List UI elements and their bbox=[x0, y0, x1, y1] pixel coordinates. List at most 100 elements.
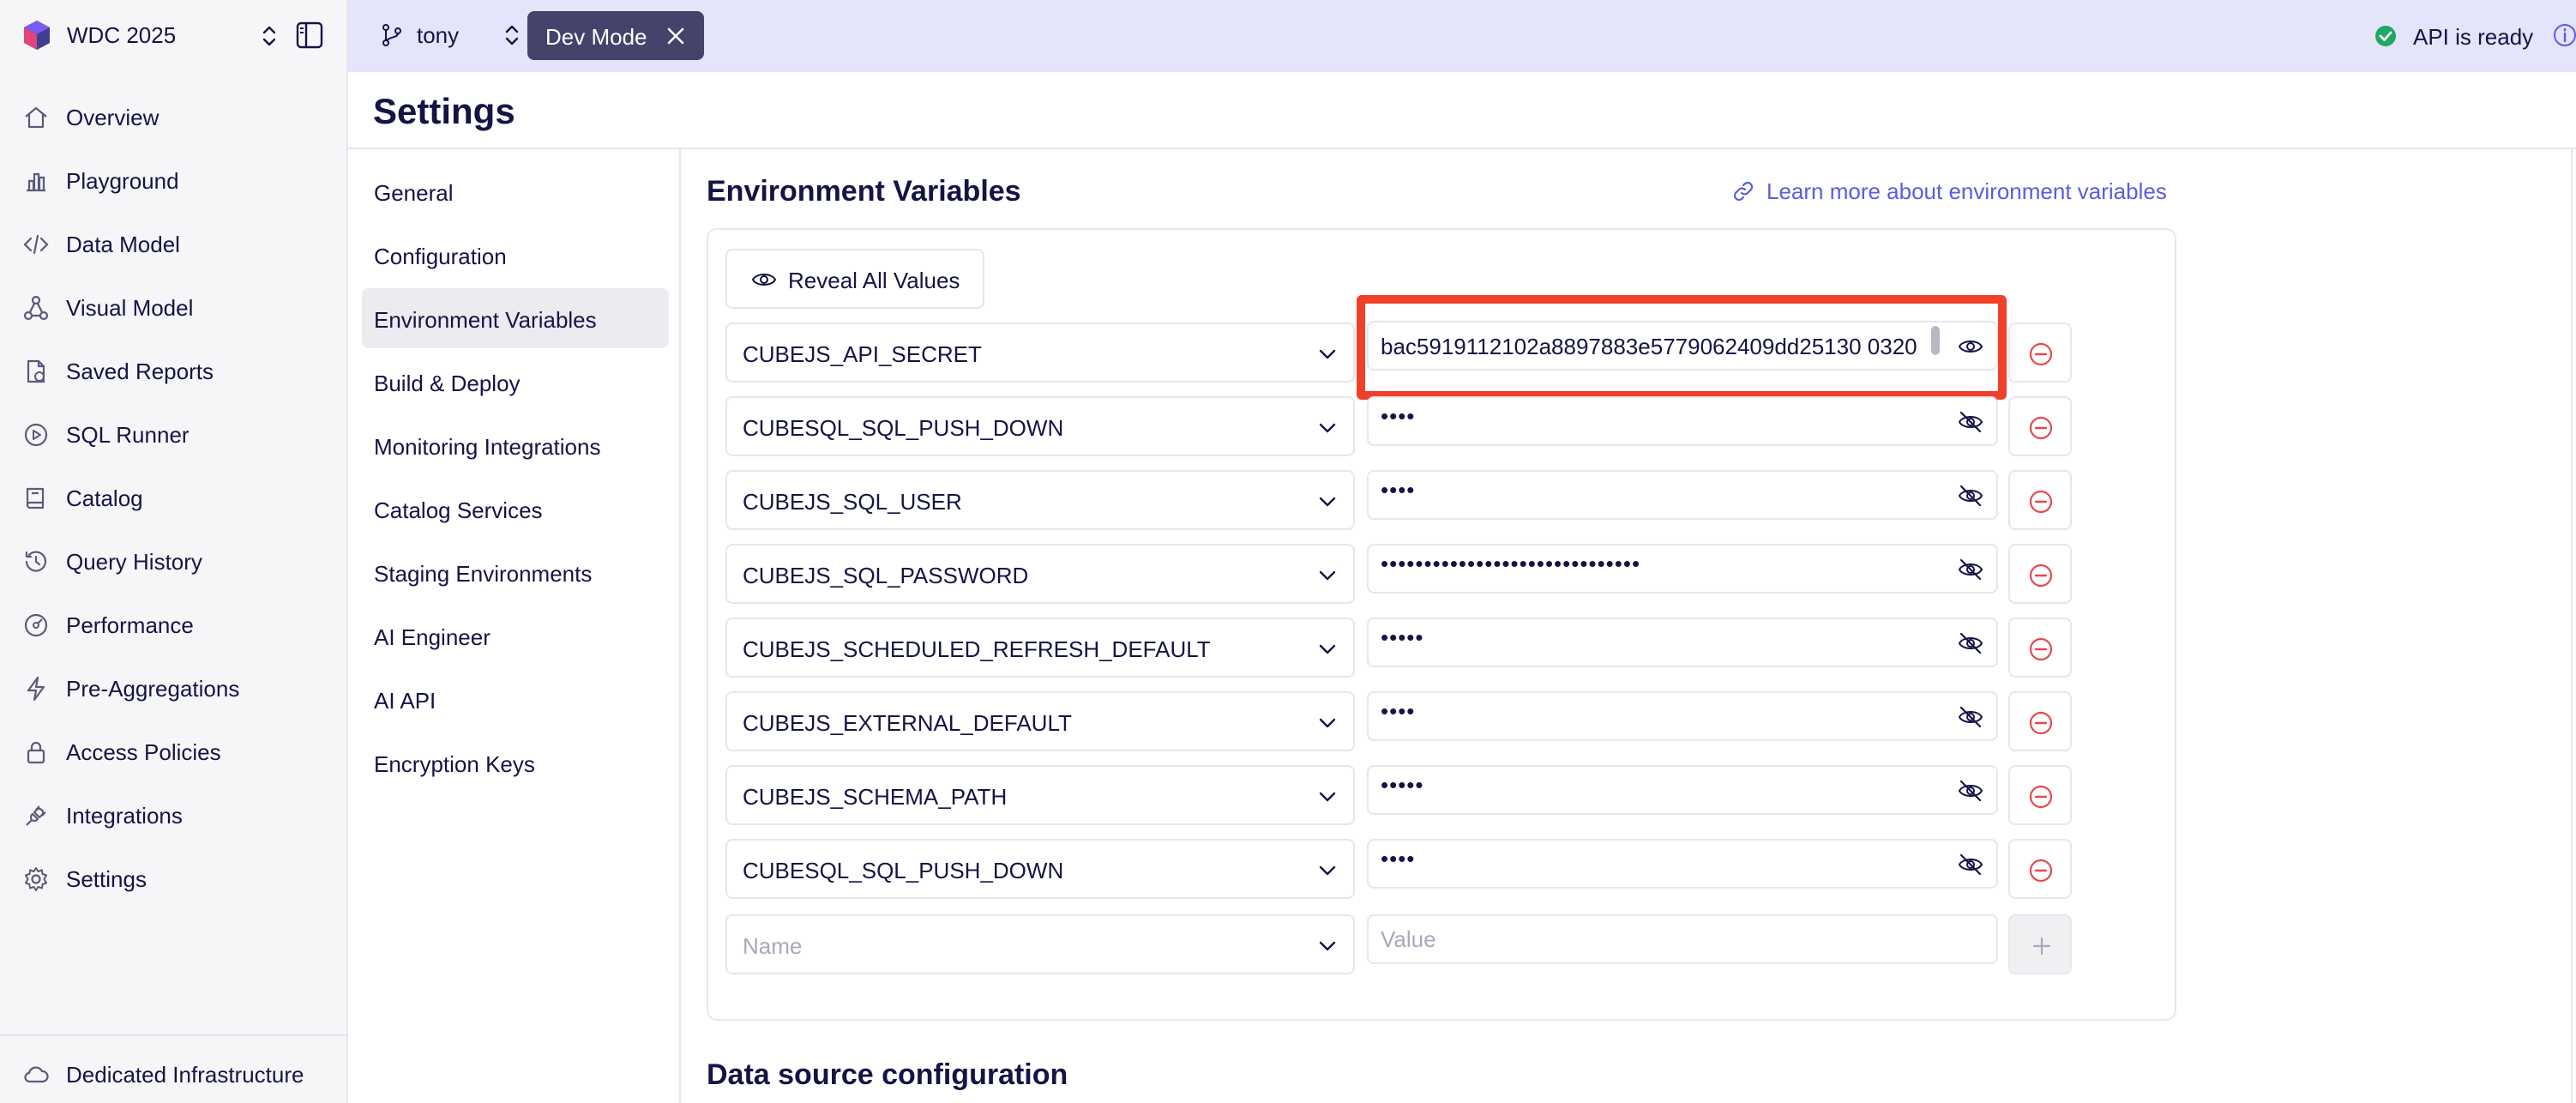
minus-circle-icon bbox=[2029, 637, 2053, 661]
minus-circle-icon bbox=[2029, 564, 2053, 588]
api-status: API is ready bbox=[2370, 21, 2576, 51]
minus-circle-icon bbox=[2029, 416, 2053, 440]
eye-off-icon[interactable] bbox=[1957, 851, 1984, 878]
divider bbox=[348, 148, 2576, 149]
env-var-name: CUBEJS_SQL_PASSWORD bbox=[743, 563, 1029, 588]
chevron-down-icon bbox=[1319, 423, 1336, 433]
sidebar-item-performance[interactable]: Performance bbox=[0, 599, 346, 650]
sidebar-item-settings[interactable]: Settings bbox=[0, 853, 346, 904]
env-var-value-input[interactable]: •••• bbox=[1367, 396, 1998, 446]
remove-env-var-button[interactable] bbox=[2008, 618, 2072, 678]
code-icon bbox=[23, 234, 49, 255]
env-var-value-input[interactable]: ••••• bbox=[1367, 765, 1998, 815]
env-var-name-select[interactable]: CUBEJS_SQL_USER bbox=[725, 470, 1355, 530]
info-icon[interactable] bbox=[2552, 22, 2576, 48]
workspace-name: WDC 2025 bbox=[67, 22, 177, 48]
eye-off-icon[interactable] bbox=[1957, 482, 1984, 509]
chevron-down-icon bbox=[1319, 718, 1336, 728]
eye-off-icon[interactable] bbox=[1957, 630, 1984, 657]
env-var-value-input[interactable]: •••••••••••••••••••••••••••••• bbox=[1367, 544, 1998, 594]
new-env-var-value-input[interactable]: Value bbox=[1367, 914, 1998, 964]
minus-circle-icon bbox=[2029, 490, 2053, 514]
scrollbar-thumb[interactable] bbox=[1931, 326, 1940, 355]
env-var-name-select[interactable]: CUBEJS_API_SECRET bbox=[725, 322, 1355, 383]
add-env-var-button[interactable] bbox=[2008, 914, 2072, 974]
sidebar-item-overview[interactable]: Overview bbox=[0, 91, 346, 142]
settings-nav-configuration[interactable]: Configuration bbox=[362, 225, 669, 285]
settings-nav-encryption-keys[interactable]: Encryption Keys bbox=[362, 732, 669, 793]
graph-nodes-icon bbox=[23, 295, 49, 321]
sidebar-toggle-icon[interactable] bbox=[295, 21, 324, 50]
env-var-name-select[interactable]: CUBEJS_SQL_PASSWORD bbox=[725, 544, 1355, 604]
remove-env-var-button[interactable] bbox=[2008, 470, 2072, 530]
sidebar-item-saved-reports[interactable]: Saved Reports bbox=[0, 345, 346, 396]
settings-nav-ai-api[interactable]: AI API bbox=[362, 669, 669, 729]
remove-env-var-button[interactable] bbox=[2008, 396, 2072, 456]
minus-circle-icon bbox=[2029, 785, 2053, 809]
sidebar-item-visual-model[interactable]: Visual Model bbox=[0, 281, 346, 333]
reveal-all-values-button[interactable]: Reveal All Values bbox=[725, 249, 984, 309]
remove-env-var-button[interactable] bbox=[2008, 322, 2072, 383]
settings-nav-staging-environments[interactable]: Staging Environments bbox=[362, 542, 669, 602]
env-var-name-select[interactable]: CUBEJS_EXTERNAL_DEFAULT bbox=[725, 691, 1355, 751]
settings-nav-ai-engineer[interactable]: AI Engineer bbox=[362, 606, 669, 666]
sidebar-item-label: Performance bbox=[66, 612, 194, 638]
remove-env-var-button[interactable] bbox=[2008, 839, 2072, 899]
plus-icon bbox=[2032, 937, 2051, 955]
env-var-value: •••• bbox=[1381, 698, 1416, 724]
sidebar-item-query-history[interactable]: Query History bbox=[0, 535, 346, 587]
env-var-name: CUBEJS_SCHEDULED_REFRESH_DEFAULT bbox=[743, 636, 1211, 662]
remove-env-var-button[interactable] bbox=[2008, 544, 2072, 604]
sidebar-item-integrations[interactable]: Integrations bbox=[0, 789, 346, 841]
sidebar-item-pre-aggregations[interactable]: Pre-Aggregations bbox=[0, 662, 346, 714]
lightning-icon bbox=[27, 676, 45, 702]
env-var-name-select[interactable]: CUBESQL_SQL_PUSH_DOWN bbox=[725, 839, 1355, 899]
env-var-name-select[interactable]: CUBEJS_SCHEMA_PATH bbox=[725, 765, 1355, 825]
eye-off-icon[interactable] bbox=[1957, 703, 1984, 731]
eye-off-icon[interactable] bbox=[1957, 777, 1984, 805]
sidebar-item-catalog[interactable]: Catalog bbox=[0, 472, 346, 523]
remove-env-var-button[interactable] bbox=[2008, 691, 2072, 751]
settings-nav-monitoring-integrations[interactable]: Monitoring Integrations bbox=[362, 415, 669, 475]
env-var-value: ••••• bbox=[1381, 624, 1424, 650]
close-icon[interactable] bbox=[665, 25, 687, 47]
sidebar-item-sql-runner[interactable]: SQL Runner bbox=[0, 408, 346, 460]
dev-mode-badge[interactable]: Dev Mode bbox=[527, 11, 704, 60]
env-var-value-input[interactable]: •••• bbox=[1367, 691, 1998, 741]
settings-nav-label: Build & Deploy bbox=[374, 371, 521, 396]
env-var-name: CUBESQL_SQL_PUSH_DOWN bbox=[743, 858, 1064, 883]
env-var-value-input[interactable]: •••• bbox=[1367, 470, 1998, 520]
sidebar-item-playground[interactable]: Playground bbox=[0, 154, 346, 206]
env-var-value: •••••••••••••••••••••••••••••• bbox=[1381, 551, 1641, 576]
learn-more-label: Learn more about environment variables bbox=[1766, 178, 2167, 204]
env-var-row: CUBEJS_SQL_PASSWORD ••••••••••••••••••••… bbox=[725, 544, 2072, 604]
remove-env-var-button[interactable] bbox=[2008, 765, 2072, 825]
settings-nav-general[interactable]: General bbox=[362, 161, 669, 221]
env-var-value-input[interactable]: bac5919112102a8897883e5779062409dd25130 … bbox=[1367, 321, 1998, 371]
play-circle-icon bbox=[24, 423, 48, 447]
chevron-down-icon bbox=[1319, 941, 1336, 951]
settings-nav-environment-variables[interactable]: Environment Variables bbox=[362, 288, 669, 348]
chevron-down-icon bbox=[1319, 792, 1336, 802]
new-env-var-row: Name Value bbox=[725, 914, 2072, 974]
settings-nav-catalog-services[interactable]: Catalog Services bbox=[362, 479, 669, 539]
divider bbox=[2571, 149, 2573, 1103]
env-var-name: CUBEJS_API_SECRET bbox=[743, 341, 982, 367]
env-var-row: CUBEJS_SCHEMA_PATH ••••• bbox=[725, 765, 2072, 825]
sidebar-item-dedicated-infrastructure[interactable]: Dedicated Infrastructure bbox=[0, 1034, 346, 1103]
env-var-name-select[interactable]: CUBESQL_SQL_PUSH_DOWN bbox=[725, 396, 1355, 456]
eye-off-icon[interactable] bbox=[1957, 408, 1984, 436]
new-env-var-name-select[interactable]: Name bbox=[725, 914, 1355, 974]
sidebar-item-access-policies[interactable]: Access Policies bbox=[0, 726, 346, 777]
sidebar-item-data-model[interactable]: Data Model bbox=[0, 218, 346, 269]
env-var-value-input[interactable]: ••••• bbox=[1367, 618, 1998, 667]
eye-icon[interactable] bbox=[1957, 333, 1984, 360]
env-var-value: •••• bbox=[1381, 477, 1416, 503]
chart-bars-icon bbox=[27, 172, 45, 192]
env-var-name-select[interactable]: CUBEJS_SCHEDULED_REFRESH_DEFAULT bbox=[725, 618, 1355, 678]
eye-off-icon[interactable] bbox=[1957, 556, 1984, 583]
env-var-value-input[interactable]: •••• bbox=[1367, 839, 1998, 889]
settings-nav-build-deploy[interactable]: Build & Deploy bbox=[362, 352, 669, 412]
cube-logo-icon bbox=[24, 21, 50, 50]
minus-circle-icon bbox=[2029, 859, 2053, 883]
